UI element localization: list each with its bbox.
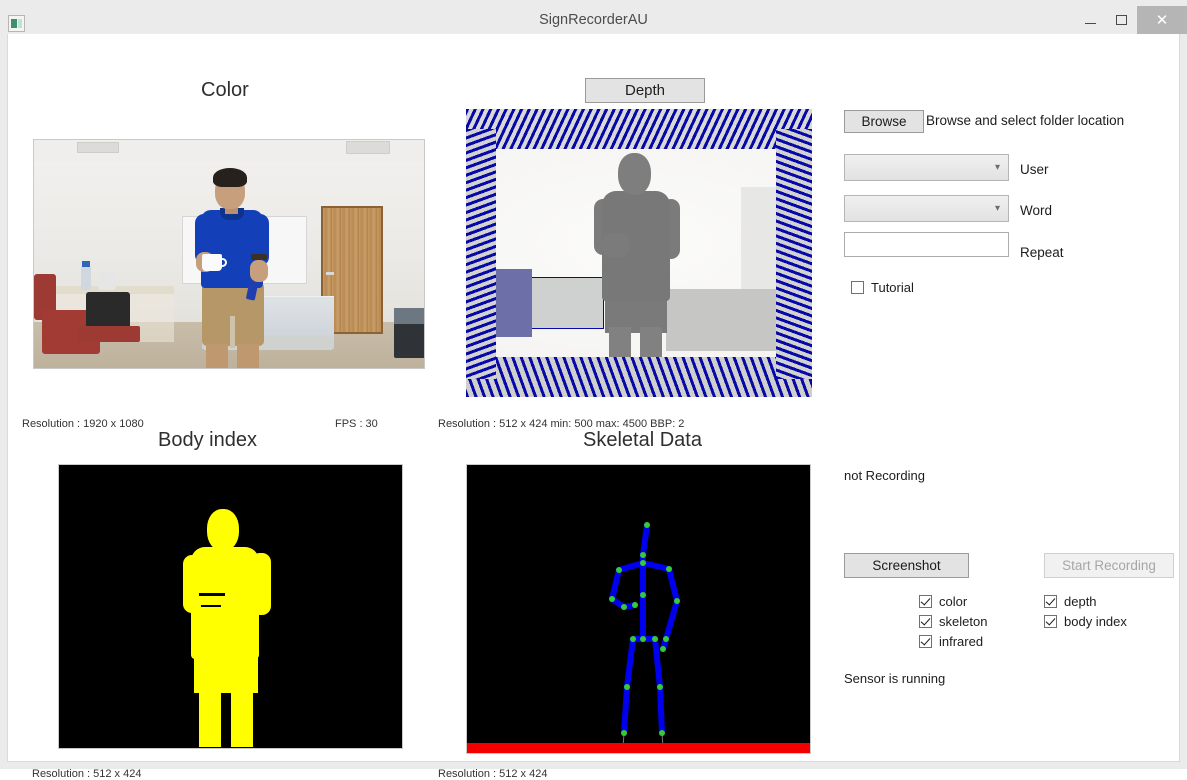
color-fps-label: FPS : 30 [335,418,378,430]
skeleton-svg [609,522,680,752]
checkbox-box [919,595,932,608]
skeleton-floor-band [467,743,810,753]
minimize-button[interactable] [1075,6,1106,34]
recording-status-label: not Recording [844,468,925,483]
color-stream-checkbox[interactable]: color [919,594,967,609]
title-bar[interactable]: SignRecorderAU ✕ [0,6,1187,34]
infrared-stream-checkbox[interactable]: infrared [919,634,983,649]
ceiling-vent [346,141,390,154]
skeletal-panel-title: Skeletal Data [583,429,702,451]
infrared-stream-label: infrared [939,634,984,649]
body-index-preview-image [58,464,403,749]
tutorial-label: Tutorial [871,280,914,295]
word-combobox[interactable]: ▾ [844,195,1009,222]
depth-stream-checkbox[interactable]: depth [1044,594,1097,609]
maximize-button[interactable] [1106,6,1137,34]
close-button[interactable]: ✕ [1137,6,1187,34]
checkbox-box [919,635,932,648]
body-index-stream-label: body index [1064,614,1127,629]
skeleton-preview-image [466,464,811,754]
sensor-status-label: Sensor is running [844,671,946,686]
chevron-down-icon: ▾ [994,202,1000,214]
window-client-area: Color Resolution: 1920 x 1080 FPS: 30 … [7,34,1180,780]
checkbox-box [851,281,864,294]
color-resolution-label: Resolution : 1920 x 1080 [22,418,144,430]
repeat-label: Repeat [1020,245,1064,260]
body-index-panel-title: Body index [158,429,257,451]
skeletal-resolution-label: Resolution : 512 x 424 [438,768,548,780]
color-panel-title: Color [201,79,249,101]
browse-hint-label: Browse and select folder location [926,113,1125,128]
tutorial-checkbox[interactable]: Tutorial [851,280,914,295]
body-index-resolution-label: Resolution : 512 x 424 [32,768,142,780]
checkbox-box [919,615,932,628]
close-icon: ✕ [1155,11,1169,29]
body-index-stream-checkbox[interactable]: body index [1044,614,1127,629]
skeleton-stream-checkbox[interactable]: skeleton [919,614,987,629]
color-stream-label: color [939,594,968,609]
browse-button[interactable]: Browse [844,110,924,133]
checkbox-box [1044,595,1057,608]
user-combobox[interactable]: ▾ [844,154,1009,181]
checkbox-box [1044,615,1057,628]
ceiling-vent [77,142,119,153]
start-recording-button[interactable]: Start Recording [1044,553,1174,578]
window-controls: ✕ [1075,6,1187,34]
depth-preview-image [466,109,812,397]
user-label: User [1020,162,1049,177]
window-title: SignRecorderAU [539,12,648,28]
chevron-down-icon: ▾ [994,161,1000,173]
repeat-input[interactable] [844,232,1009,257]
depth-tab-button[interactable]: Depth [585,78,705,103]
screenshot-button[interactable]: Screenshot [844,553,969,578]
depth-stream-label: depth [1064,594,1097,609]
word-label: Word [1020,203,1053,218]
skeleton-stream-label: skeleton [939,614,988,629]
application-window: SignRecorderAU ✕ Color Resolution: 1920… [0,0,1187,780]
color-preview-image [33,139,425,369]
desktop-background: SignRecorderAU ✕ Color Resolution: 1920… [0,0,1187,780]
